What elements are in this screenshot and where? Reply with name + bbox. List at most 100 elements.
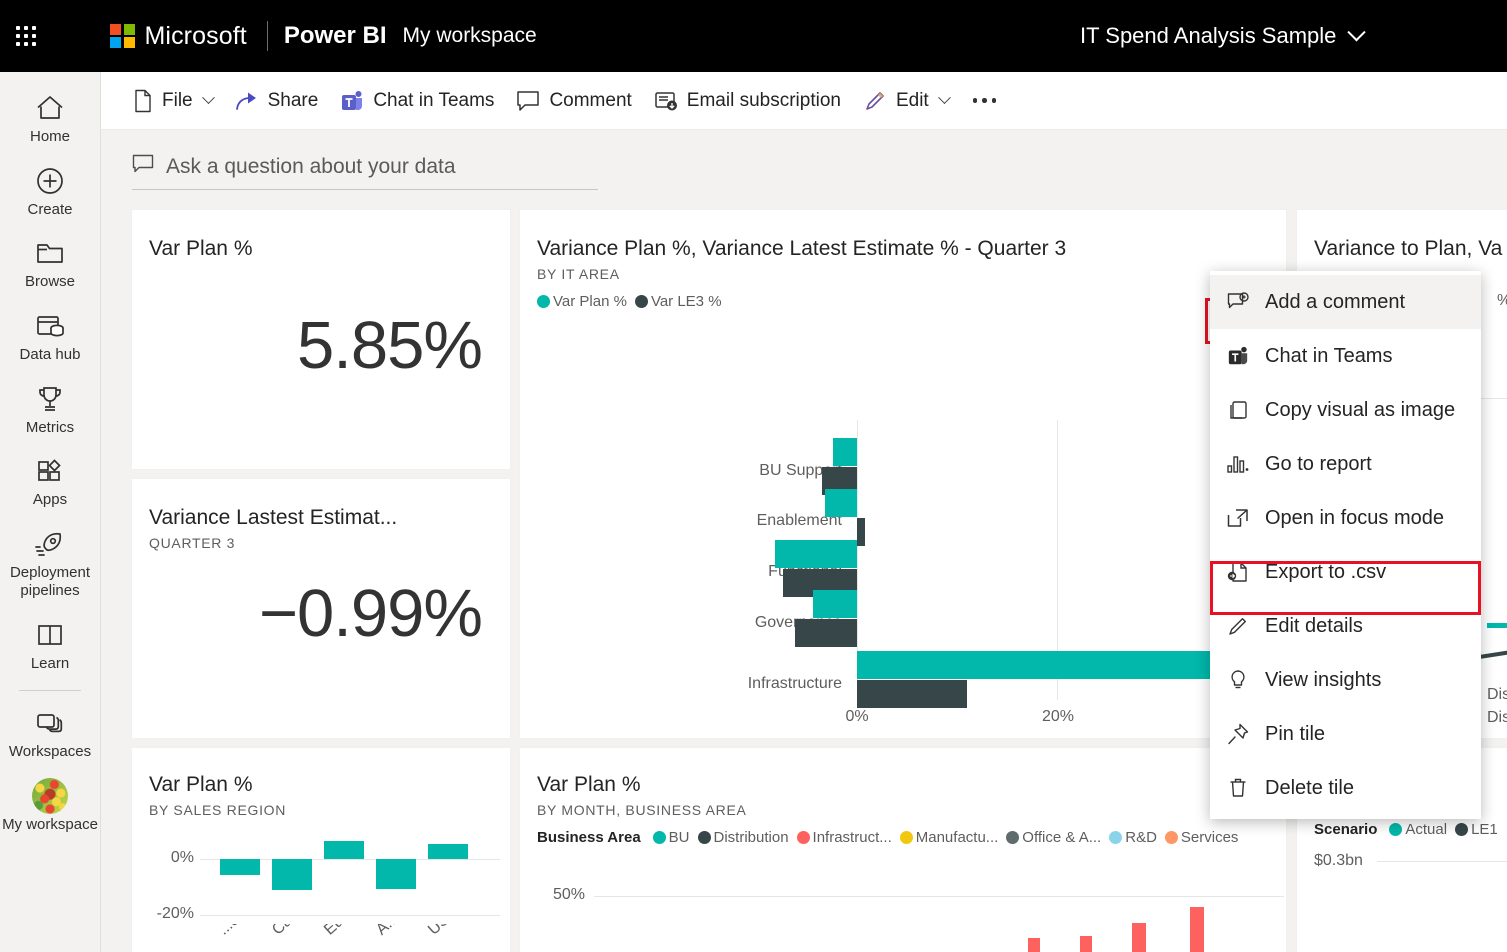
microsoft-logo[interactable]: Microsoft [110, 22, 247, 51]
legend-entry[interactable]: Var Plan % [537, 293, 627, 310]
export-csv-icon [1226, 561, 1250, 583]
share-button[interactable]: Share [225, 81, 329, 121]
tile-kpi-var-plan[interactable]: Var Plan % 5.85% [132, 210, 510, 469]
bar-functional-var-plan[interactable] [775, 540, 857, 568]
menu-item-pin-tile[interactable]: Pin tile [1210, 707, 1481, 761]
sidebar-item-metrics[interactable]: Metrics [0, 373, 101, 446]
chart-legend: Scenario Actual LE1 [1314, 821, 1507, 838]
sidebar-item-my-workspace[interactable]: My workspace [0, 770, 101, 843]
tile-variance-by-it-area[interactable]: Variance Plan %, Variance Latest Estimat… [520, 210, 1286, 738]
menu-item-label: Pin tile [1265, 722, 1326, 745]
tile-var-plan-by-month-business-area[interactable]: Var Plan % by Month, Business Area Busin… [520, 748, 1286, 952]
share-button-label: Share [267, 89, 319, 111]
gridline-neg20 [200, 915, 500, 916]
bar-infrastructure-var-le3[interactable] [857, 680, 967, 708]
sidebar-item-label: Deployment pipelines [9, 564, 91, 599]
teams-icon [340, 89, 364, 113]
brand-divider [266, 21, 268, 51]
more-horizontal-icon [972, 98, 978, 103]
bar-region-0[interactable] [220, 859, 260, 875]
legend-entry[interactable]: Actual [1389, 821, 1447, 838]
file-button[interactable]: File [123, 81, 223, 121]
bar-month-4[interactable] [1190, 907, 1204, 952]
breadcrumb-workspace[interactable]: My workspace [403, 24, 537, 48]
x-axis-tick-label: 20% [1041, 708, 1075, 725]
kpi-value: −0.99% [258, 576, 483, 652]
legend-entry[interactable]: LE1 [1455, 821, 1498, 838]
top-navigation-bar: Microsoft Power BI My workspace IT Spend… [0, 0, 1507, 72]
sidebar-item-create[interactable]: Create [0, 155, 101, 228]
sidebar-item-workspaces[interactable]: Workspaces [0, 697, 101, 770]
x-axis-tick-label: Europe [321, 924, 371, 939]
menu-item-copy-visual-as-image[interactable]: Copy visual as image [1210, 383, 1481, 437]
sidebar-item-learn[interactable]: Learn [0, 609, 101, 682]
y-axis-row: $0.3bn [1314, 852, 1507, 870]
bar-chart-icon [1226, 454, 1250, 474]
menu-item-chat-in-teams[interactable]: Chat in Teams [1210, 329, 1481, 383]
book-icon [36, 618, 64, 652]
apps-icon [36, 454, 64, 488]
y-axis-tick-label: Enablement [756, 512, 842, 529]
x-axis-tick-label: 0% [845, 708, 869, 725]
comment-button[interactable]: Comment [506, 81, 641, 121]
tile-title: Var Plan % [149, 237, 253, 260]
sidebar-item-label: Metrics [25, 418, 75, 436]
pin-icon [1226, 723, 1250, 745]
gridline [1376, 860, 1507, 862]
menu-item-add-a-comment[interactable]: Add a comment [1210, 275, 1481, 329]
bar-governance-var-plan[interactable] [813, 590, 857, 618]
sidebar-item-label: Learn [30, 654, 70, 672]
edit-button[interactable]: Edit [853, 81, 959, 121]
bar-region-2[interactable] [324, 841, 364, 859]
menu-item-go-to-report[interactable]: Go to report [1210, 437, 1481, 491]
bar-month-3[interactable] [1132, 923, 1146, 952]
legend-color-swatch [537, 295, 550, 309]
toolbar-overflow-button[interactable] [961, 81, 1009, 121]
sidebar-item-browse[interactable]: Browse [0, 227, 101, 300]
menu-item-export-to-csv[interactable]: Export to .csv [1210, 545, 1481, 599]
bar-month-2[interactable] [1080, 936, 1092, 952]
x-axis-tick-label: A... [373, 924, 403, 939]
chat-in-teams-button[interactable]: Chat in Teams [330, 81, 504, 121]
legend-color-swatch [1389, 823, 1403, 836]
x-axis-tick-label: ...d... [215, 924, 253, 939]
menu-item-delete-tile[interactable]: Delete tile [1210, 761, 1481, 815]
tile-kpi-variance-latest-estimate[interactable]: Variance Lastest Estimat... Quarter 3 −0… [132, 479, 510, 738]
email-subscription-label: Email subscription [686, 89, 841, 111]
line-series-actual[interactable] [1487, 623, 1507, 628]
chevron-down-icon [201, 91, 215, 105]
app-launcher-button[interactable] [0, 26, 52, 46]
bar-enablement-var-le3[interactable] [857, 518, 865, 546]
tile-var-plan-by-sales-region[interactable]: Var Plan % by Sales Region 0% -20% ...d.… [132, 748, 510, 952]
line-series-le[interactable] [1478, 635, 1507, 667]
menu-item-open-in-focus-mode[interactable]: Open in focus mode [1210, 491, 1481, 545]
legend-entry[interactable]: Var LE3 % [634, 293, 722, 310]
main-content-area: File Share Chat in Teams Comment Email s… [101, 72, 1507, 952]
bar-month-1[interactable] [1028, 938, 1040, 952]
bar-region-4[interactable] [428, 844, 468, 859]
bar-region-1[interactable] [272, 859, 312, 890]
tile-subtitle: Quarter 3 [149, 535, 236, 552]
menu-item-edit-details[interactable]: Edit details [1210, 599, 1481, 653]
bar-governance-var-le3[interactable] [795, 619, 857, 647]
sidebar-item-apps[interactable]: Apps [0, 445, 101, 518]
sidebar-item-label: Apps [32, 491, 68, 509]
chevron-down-icon [937, 91, 951, 105]
bar-region-3[interactable] [376, 859, 416, 889]
sidebar-item-home[interactable]: Home [0, 82, 101, 155]
menu-item-label: Chat in Teams [1265, 344, 1393, 367]
qna-chat-icon [132, 154, 154, 179]
email-subscription-button[interactable]: Email subscription [644, 81, 851, 121]
powerbi-brand[interactable]: Power BI [284, 22, 387, 50]
plus-circle-icon [36, 164, 64, 198]
sidebar-item-data-hub[interactable]: Data hub [0, 300, 101, 373]
copy-icon [1226, 399, 1250, 421]
sidebar-item-label: Create [27, 200, 73, 218]
report-title-selector[interactable]: IT Spend Analysis Sample [1080, 0, 1367, 72]
bar-bu-support-var-plan[interactable] [833, 438, 857, 466]
sidebar-item-deployment-pipelines[interactable]: Deployment pipelines [0, 518, 101, 608]
menu-item-view-insights[interactable]: View insights [1210, 653, 1481, 707]
bar-enablement-var-plan[interactable] [825, 489, 857, 517]
qna-search-input[interactable]: Ask a question about your data [132, 144, 598, 190]
y-axis-tick-label: $0.3bn [1314, 852, 1363, 869]
